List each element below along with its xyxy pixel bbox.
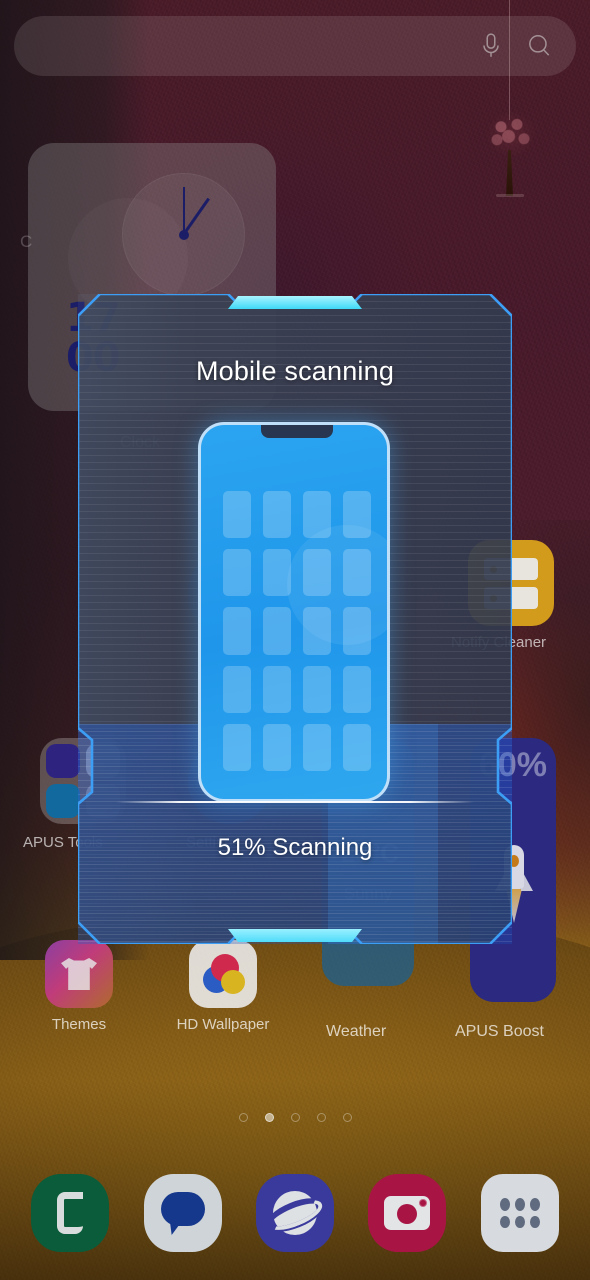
dialog-title: Mobile scanning [195, 356, 395, 386]
camera-icon[interactable] [368, 1174, 447, 1252]
tshirt-icon [61, 958, 97, 990]
page-dot-2[interactable] [264, 1113, 274, 1122]
dock [0, 1165, 590, 1261]
apps-drawer-icon[interactable] [480, 1174, 559, 1252]
dialog-divider [116, 801, 474, 803]
dialog-status-text: 51% Scanning [217, 834, 373, 861]
messages-icon[interactable] [143, 1174, 222, 1252]
clock-center-pin [179, 230, 189, 240]
phone-illustration-notch [261, 425, 333, 438]
dialog-notch-top [228, 296, 362, 309]
themes-icon [45, 940, 113, 1008]
clock-hour-hand [183, 198, 210, 235]
folder-mini-icon-1 [46, 744, 80, 778]
app-label-hd-wallpaper: HD Wallpaper [176, 1016, 270, 1033]
clock-face-icon [122, 173, 245, 296]
page-dot-1[interactable] [238, 1113, 248, 1122]
app-label-apus-boost: APUS Boost [455, 1023, 544, 1040]
app-label-themes: Themes [51, 1016, 107, 1033]
page-dot-4[interactable] [316, 1113, 326, 1122]
phone-icon[interactable] [31, 1174, 110, 1252]
phone-illustration [198, 422, 390, 802]
search-icon[interactable] [526, 32, 552, 60]
wallpaper-blob-yellow-icon [221, 970, 245, 994]
app-hd-wallpaper[interactable]: HD Wallpaper [175, 940, 271, 1033]
app-themes[interactable]: Themes [31, 940, 127, 1033]
page-dot-3[interactable] [290, 1113, 300, 1122]
page-dot-5[interactable] [342, 1113, 352, 1122]
microphone-icon[interactable] [478, 32, 504, 60]
page-indicator [0, 1113, 590, 1122]
clock-side-letter: C [20, 232, 33, 251]
home-screen: 17 00 C Clock Storage Notify Cleaner APU… [0, 0, 590, 1280]
hd-wallpaper-icon [189, 940, 257, 1008]
folder-mini-icon-3 [46, 784, 80, 818]
internet-icon[interactable] [255, 1174, 334, 1252]
dialog-notch-bottom [228, 929, 362, 942]
tree-canopy-icon [486, 110, 536, 158]
search-bar[interactable] [14, 16, 576, 76]
phone-illustration-app-grid [223, 491, 371, 771]
app-label-weather: Weather [326, 1023, 387, 1040]
mobile-scanning-dialog[interactable]: Mobile scanning 51% Scanning [78, 294, 512, 944]
tree-base-icon [496, 194, 524, 197]
